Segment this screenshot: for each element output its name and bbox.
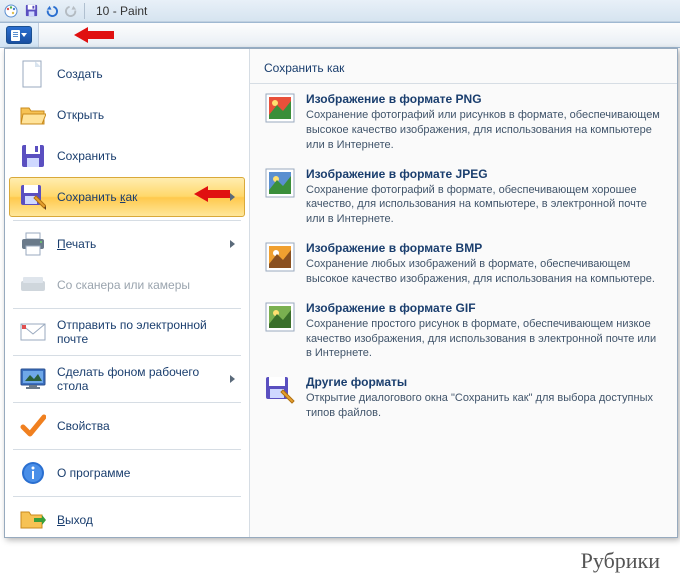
menu-label: Печать xyxy=(57,237,230,251)
menu-item-save-as[interactable]: Сохранить как xyxy=(9,177,245,217)
undo-icon[interactable] xyxy=(42,2,60,20)
menu-separator xyxy=(13,355,241,356)
annotation-arrow-top xyxy=(74,27,114,49)
menu-item-email[interactable]: Отправить по электронной почте xyxy=(9,312,245,352)
chevron-down-icon xyxy=(21,33,27,37)
menu-item-open[interactable]: Открыть xyxy=(9,95,245,135)
menu-label: Сохранить как xyxy=(57,190,184,204)
submenu-item-text: Изображение в формате PNG Сохранение фот… xyxy=(306,92,663,153)
submenu-item-bmp[interactable]: Изображение в формате BMP Сохранение люб… xyxy=(250,233,677,293)
checkmark-icon xyxy=(19,412,47,440)
file-menu-left-column: Создать Открыть Сохранить Сохранить как xyxy=(5,49,249,537)
menu-label: Создать xyxy=(57,67,235,81)
png-format-icon xyxy=(264,92,296,124)
menu-separator xyxy=(13,308,241,309)
jpeg-format-icon xyxy=(264,167,296,199)
bmp-format-icon xyxy=(264,241,296,273)
menu-label: Сохранить xyxy=(57,149,235,163)
submenu-item-desc: Сохранение простого рисунок в формате, о… xyxy=(306,317,663,362)
submenu-item-title: Изображение в формате BMP xyxy=(306,241,663,255)
annotation-arrow-inline xyxy=(194,186,230,209)
menu-label: Свойства xyxy=(57,419,235,433)
chevron-right-icon xyxy=(230,240,235,248)
chevron-right-icon xyxy=(230,193,235,201)
menu-label: Отправить по электронной почте xyxy=(57,318,235,346)
submenu-item-text: Изображение в формате GIF Сохранение про… xyxy=(306,301,663,362)
submenu-item-text: Изображение в формате JPEG Сохранение фо… xyxy=(306,167,663,228)
menu-label: Со сканера или камеры xyxy=(57,278,235,292)
menu-label: Выход xyxy=(57,513,235,527)
redo-icon[interactable] xyxy=(62,2,80,20)
envelope-icon xyxy=(19,318,47,346)
submenu-item-text: Изображение в формате BMP Сохранение люб… xyxy=(306,241,663,287)
file-menu-right-column: Сохранить как Изображение в формате PNG … xyxy=(249,49,677,537)
menu-separator xyxy=(13,449,241,450)
save-as-icon xyxy=(19,183,47,211)
menu-label: О программе xyxy=(57,466,235,480)
menu-item-save[interactable]: Сохранить xyxy=(9,136,245,176)
ribbon-tabs-area xyxy=(38,23,680,47)
save-disk-icon xyxy=(19,142,47,170)
menu-item-exit[interactable]: Выход xyxy=(9,500,245,540)
save-as-dialog-icon xyxy=(264,375,296,407)
menu-item-about[interactable]: О программе xyxy=(9,453,245,493)
menu-label: Открыть xyxy=(57,108,235,122)
submenu-item-text: Другие форматы Открытие диалогового окна… xyxy=(306,375,663,421)
submenu-item-jpeg[interactable]: Изображение в формате JPEG Сохранение фо… xyxy=(250,159,677,234)
separator xyxy=(84,3,86,19)
submenu-item-desc: Сохранение фотографий в формате, обеспеч… xyxy=(306,183,663,228)
scanner-icon xyxy=(19,271,47,299)
gif-format-icon xyxy=(264,301,296,333)
document-icon xyxy=(11,30,20,41)
paint-logo-icon xyxy=(2,2,20,20)
new-document-icon xyxy=(19,60,47,88)
desktop-background-icon xyxy=(19,365,47,393)
menu-item-desktop-bg[interactable]: Сделать фоном рабочего стола xyxy=(9,359,245,399)
window-title: 10 - Paint xyxy=(96,4,147,18)
menu-item-properties[interactable]: Свойства xyxy=(9,406,245,446)
menu-item-scanner: Со сканера или камеры xyxy=(9,265,245,305)
submenu-item-title: Изображение в формате PNG xyxy=(306,92,663,106)
chevron-right-icon xyxy=(230,375,235,383)
info-icon xyxy=(19,459,47,487)
submenu-item-other[interactable]: Другие форматы Открытие диалогового окна… xyxy=(250,367,677,427)
titlebar: 10 - Paint xyxy=(0,0,680,22)
submenu-item-desc: Сохранение фотографий или рисунков в фор… xyxy=(306,108,663,153)
submenu-item-title: Другие форматы xyxy=(306,375,663,389)
exit-icon xyxy=(19,506,47,534)
file-menu-dropdown: Создать Открыть Сохранить Сохранить как xyxy=(4,48,678,538)
submenu-item-title: Изображение в формате JPEG xyxy=(306,167,663,181)
submenu-item-png[interactable]: Изображение в формате PNG Сохранение фот… xyxy=(250,84,677,159)
submenu-item-desc: Открытие диалогового окна "Сохранить как… xyxy=(306,391,663,421)
submenu-header: Сохранить как xyxy=(250,55,677,84)
submenu-item-desc: Сохранение любых изображений в формате, … xyxy=(306,257,663,287)
file-menu-button[interactable] xyxy=(6,26,32,44)
menu-item-create[interactable]: Создать xyxy=(9,54,245,94)
quick-access-toolbar xyxy=(2,2,80,20)
menu-separator xyxy=(13,220,241,221)
save-icon[interactable] xyxy=(22,2,40,20)
submenu-item-gif[interactable]: Изображение в формате GIF Сохранение про… xyxy=(250,293,677,368)
menu-separator xyxy=(13,402,241,403)
menu-label: Сделать фоном рабочего стола xyxy=(57,365,230,393)
submenu-item-title: Изображение в формате GIF xyxy=(306,301,663,315)
menu-item-print[interactable]: Печать xyxy=(9,224,245,264)
page-heading-rubriki: Рубрики xyxy=(581,548,660,574)
menu-separator xyxy=(13,496,241,497)
folder-open-icon xyxy=(19,101,47,129)
printer-icon xyxy=(19,230,47,258)
